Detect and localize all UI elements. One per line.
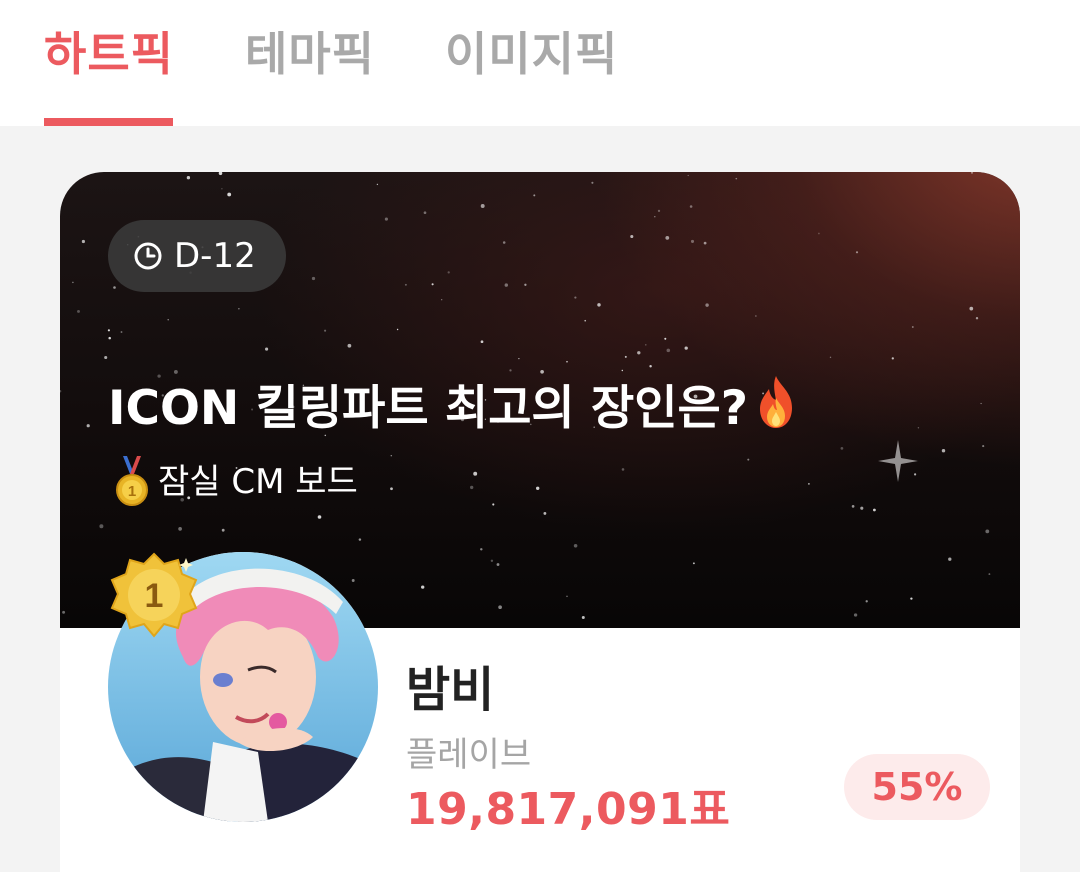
vote-card[interactable]: D-12 ICON 킬링파트 최고의 장인은? 1 잠실 CM 보드 1 밤비 …	[60, 172, 1020, 872]
clock-icon	[134, 242, 162, 270]
candidate-agency: 플레이브	[406, 735, 532, 775]
tab-theme-pick[interactable]: 테마픽	[245, 24, 375, 84]
event-title-text: ICON 킬링파트 최고의 장인은?	[108, 381, 749, 436]
rank-badge: 1	[110, 552, 198, 638]
dday-badge: D-12	[108, 220, 286, 292]
dday-label: D-12	[174, 236, 256, 276]
tab-image-pick[interactable]: 이미지픽	[445, 24, 618, 84]
vote-percent-badge: 55%	[844, 754, 990, 820]
tab-bar: 하트픽 테마픽 이미지픽	[0, 0, 1080, 126]
tab-heart-pick[interactable]: 하트픽	[44, 24, 174, 84]
candidate-name: 밤비	[406, 662, 495, 718]
svg-text:1: 1	[128, 483, 136, 500]
active-tab-indicator	[44, 118, 173, 126]
subtitle-text: 잠실 CM 보드	[158, 462, 358, 502]
event-subtitle: 1 잠실 CM 보드	[114, 456, 358, 508]
gold-medal-icon: 1	[116, 456, 148, 506]
event-title: ICON 킬링파트 최고의 장인은?	[108, 374, 800, 441]
fire-icon	[760, 376, 793, 428]
vote-count: 19,817,091표	[406, 784, 731, 835]
rank-number: 1	[145, 577, 164, 615]
